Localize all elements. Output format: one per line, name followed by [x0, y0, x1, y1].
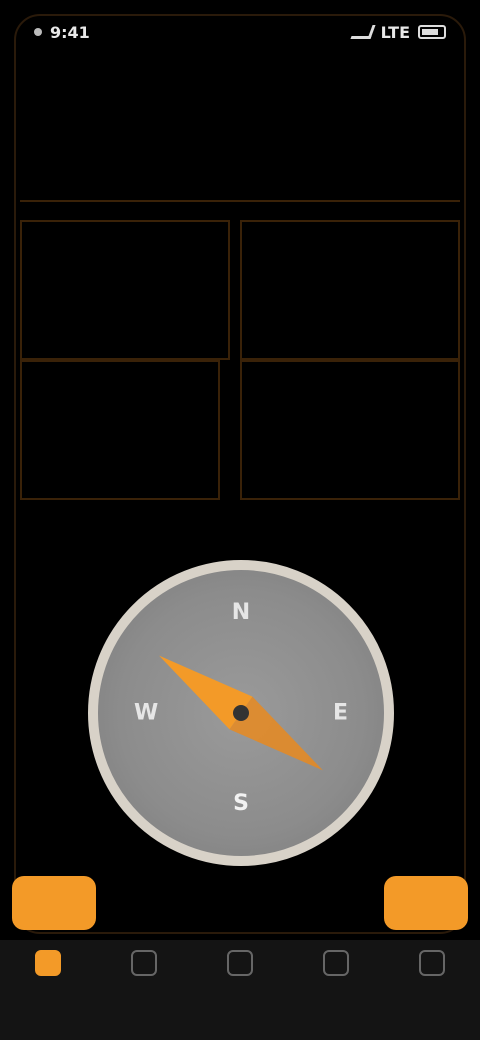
needle-hub — [233, 705, 249, 721]
readout-panel-1 — [20, 220, 230, 360]
compass-north-label: N — [231, 600, 251, 625]
status-time: 9:41 — [50, 22, 90, 42]
network-type: LTE — [380, 22, 410, 42]
tab-4[interactable] — [301, 950, 371, 982]
readout-panel-2 — [240, 220, 460, 360]
tab-1-icon — [35, 950, 61, 976]
tab-5-icon — [419, 950, 445, 976]
tab-2[interactable] — [109, 950, 179, 982]
compass-south-label: S — [233, 791, 249, 816]
tab-bar — [0, 940, 480, 1040]
signal-icon — [350, 25, 376, 39]
divider — [20, 200, 460, 202]
status-left: 9:41 — [34, 23, 90, 42]
compass-dial[interactable]: N E S W — [88, 560, 394, 866]
tab-4-icon — [323, 950, 349, 976]
status-bar: 9:41 LTE — [34, 18, 446, 46]
battery-icon — [418, 25, 446, 39]
readout-panel-3 — [20, 360, 220, 500]
tab-2-icon — [131, 950, 157, 976]
recording-dot-icon — [34, 28, 42, 36]
compass-east-label: E — [332, 700, 348, 726]
right-action-button[interactable] — [384, 876, 468, 930]
left-action-button[interactable] — [12, 876, 96, 930]
tab-3-icon — [227, 950, 253, 976]
readout-panel-4 — [240, 360, 460, 500]
tab-1[interactable] — [13, 950, 83, 982]
compass-west-label: W — [134, 700, 159, 726]
tab-5[interactable] — [397, 950, 467, 982]
status-right: LTE — [350, 22, 446, 42]
tab-3[interactable] — [205, 950, 275, 982]
